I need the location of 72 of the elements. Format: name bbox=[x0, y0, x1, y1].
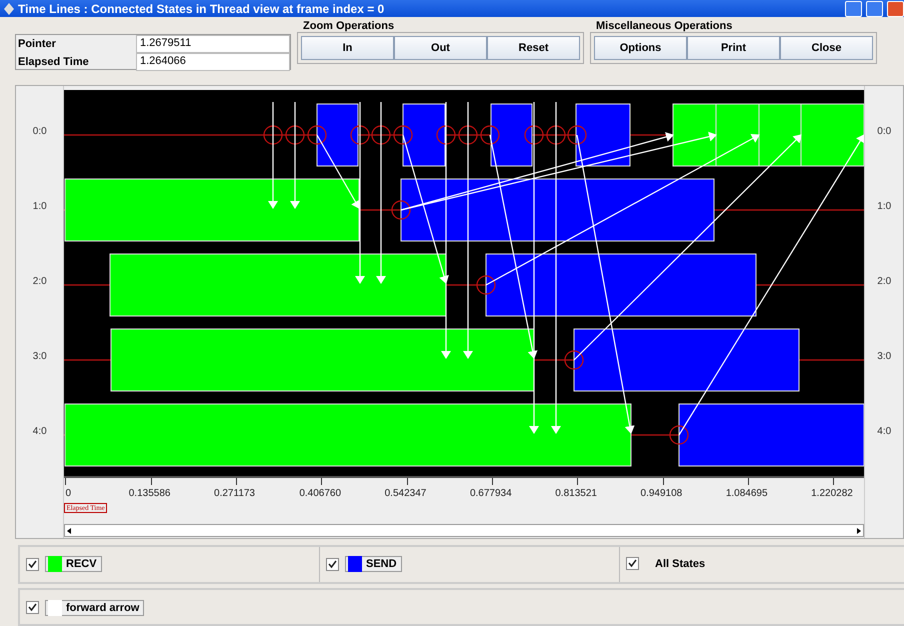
thread-label: 3:0 bbox=[32, 351, 47, 362]
event-marker bbox=[564, 350, 584, 370]
scroll-right-icon[interactable] bbox=[855, 526, 864, 534]
send-state-bar[interactable] bbox=[400, 178, 715, 242]
event-marker bbox=[394, 125, 414, 145]
thread-label: 3:0 bbox=[877, 351, 892, 362]
legend-label: All States bbox=[654, 558, 706, 570]
toolbar-button[interactable]: Close bbox=[780, 36, 873, 60]
event-marker bbox=[458, 125, 478, 145]
tick-label: 0.135586 bbox=[128, 488, 170, 499]
tick-label: 0.813521 bbox=[555, 488, 597, 499]
send-state-bar[interactable] bbox=[486, 254, 757, 316]
event-marker bbox=[264, 125, 284, 145]
zoom-button[interactable]: In bbox=[301, 36, 394, 60]
event-marker bbox=[546, 125, 566, 145]
tick-label: 0.949108 bbox=[640, 488, 682, 499]
event-marker bbox=[524, 125, 544, 145]
thread-label: 0:0 bbox=[32, 126, 47, 137]
thread-label: 2:0 bbox=[32, 276, 47, 287]
send-state-bar[interactable] bbox=[402, 104, 446, 166]
tick-label: 0.677934 bbox=[470, 488, 512, 499]
app-icon bbox=[4, 2, 14, 14]
legend-toggle-button[interactable]: RECV bbox=[45, 556, 102, 572]
tick-label: 1.220282 bbox=[811, 488, 853, 499]
readout-label: Elapsed Time bbox=[17, 55, 90, 70]
maximize-button[interactable] bbox=[866, 0, 883, 16]
readout-field: 1.264066 bbox=[136, 53, 290, 71]
send-state-bar[interactable] bbox=[574, 328, 800, 392]
event-marker bbox=[436, 125, 456, 145]
group-title: Zoom Operations bbox=[302, 20, 396, 32]
toolbar-button[interactable]: Print bbox=[687, 36, 780, 60]
horizontal-scrollbar[interactable] bbox=[64, 524, 864, 537]
checkbox[interactable] bbox=[26, 601, 39, 614]
legend-toggle-button[interactable]: SEND bbox=[345, 556, 402, 572]
event-marker bbox=[372, 125, 392, 145]
zoom-button[interactable]: Out bbox=[394, 36, 487, 60]
event-marker bbox=[286, 125, 306, 145]
send-state-bar[interactable] bbox=[576, 104, 631, 166]
close-button[interactable] bbox=[887, 0, 904, 16]
event-marker bbox=[392, 200, 412, 220]
legend-toggle-button[interactable]: forward arrow bbox=[45, 600, 144, 616]
group-title: Miscellaneous Operations bbox=[595, 20, 734, 32]
event-marker bbox=[670, 425, 690, 445]
tick-label: 1.084695 bbox=[726, 488, 768, 499]
readout-field: 1.2679511 bbox=[136, 35, 290, 53]
minimize-button[interactable] bbox=[845, 0, 862, 16]
tick-label: 0.271173 bbox=[214, 488, 255, 499]
readout-label: Pointer bbox=[17, 37, 57, 52]
thread-label: 4:0 bbox=[877, 426, 892, 437]
thread-label: 1:0 bbox=[877, 201, 892, 212]
event-marker bbox=[568, 125, 588, 145]
window-title: Time Lines : Connected States in Thread view at frame index = 0 bbox=[18, 2, 386, 16]
tick-label: 0 bbox=[65, 488, 71, 499]
thread-label: 2:0 bbox=[877, 276, 892, 287]
tick-label: 0.542347 bbox=[384, 488, 426, 499]
scroll-left-icon[interactable] bbox=[65, 526, 74, 534]
thread-label: 0:0 bbox=[877, 126, 892, 137]
event-marker bbox=[480, 125, 500, 145]
tick-label: 0.406760 bbox=[299, 488, 342, 499]
checkbox[interactable] bbox=[26, 558, 39, 571]
thread-label: 4:0 bbox=[32, 426, 47, 437]
send-state-bar[interactable] bbox=[490, 104, 533, 166]
event-marker bbox=[350, 125, 370, 145]
checkbox[interactable] bbox=[626, 557, 639, 570]
checkbox[interactable] bbox=[326, 558, 339, 571]
send-state-bar[interactable] bbox=[316, 104, 359, 166]
zoom-button[interactable]: Reset bbox=[487, 36, 580, 60]
send-state-bar[interactable] bbox=[678, 404, 864, 466]
event-marker bbox=[308, 125, 328, 145]
toolbar-button[interactable]: Options bbox=[594, 36, 687, 60]
thread-label: 1:0 bbox=[32, 201, 47, 212]
event-marker bbox=[476, 275, 496, 295]
